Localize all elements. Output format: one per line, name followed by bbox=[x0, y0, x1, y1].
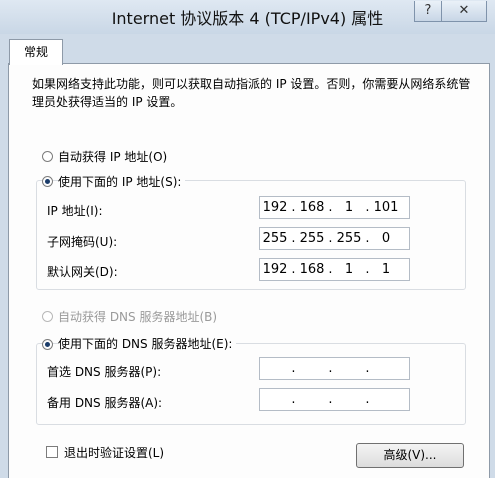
ip-octet: 101 bbox=[373, 200, 399, 215]
manual-dns-radio[interactable] bbox=[42, 339, 53, 350]
auto-ip-radio[interactable] bbox=[42, 151, 53, 162]
auto-dns-label[interactable]: 自动获得 DNS 服务器地址(B) bbox=[58, 308, 217, 325]
ip-octet: 192 bbox=[262, 200, 288, 215]
manual-ip-radio[interactable] bbox=[42, 176, 53, 187]
ip-octet: 1 bbox=[344, 200, 354, 215]
tab-general[interactable]: 常规 bbox=[9, 39, 63, 65]
help-button[interactable]: ? bbox=[414, 1, 442, 22]
mask-octet: 255 bbox=[299, 231, 325, 246]
alternate-dns-label: 备用 DNS 服务器(A): bbox=[47, 396, 163, 410]
dns-group-box bbox=[36, 343, 466, 425]
ip-octet: 168 bbox=[299, 200, 325, 215]
close-icon: ✕ bbox=[458, 3, 470, 18]
ip-address-label: IP 地址(I): bbox=[47, 204, 103, 218]
subnet-mask-input[interactable]: 255. 255. 255. 0 bbox=[259, 227, 410, 250]
default-gateway-input[interactable]: 192. 168. 1. 1 bbox=[259, 258, 410, 281]
preferred-dns-label: 首选 DNS 服务器(P): bbox=[47, 365, 162, 379]
advanced-button[interactable]: 高级(V)... bbox=[356, 443, 464, 468]
default-gateway-label: 默认网关(D): bbox=[47, 265, 118, 279]
gateway-octet: 1 bbox=[381, 262, 391, 277]
gateway-octet: 168 bbox=[299, 262, 325, 277]
validate-settings-checkbox[interactable] bbox=[46, 446, 58, 458]
auto-ip-label[interactable]: 自动获得 IP 地址(O) bbox=[58, 148, 167, 165]
mask-octet: 0 bbox=[381, 231, 391, 246]
manual-ip-label[interactable]: 使用下面的 IP 地址(S): bbox=[58, 173, 186, 190]
manual-dns-label[interactable]: 使用下面的 DNS 服务器地址(E): bbox=[58, 335, 237, 352]
ip-address-input[interactable]: 192. 168. 1. 101 bbox=[259, 196, 410, 219]
close-button[interactable]: ✕ bbox=[441, 1, 487, 22]
gateway-octet: 1 bbox=[344, 262, 354, 277]
alternate-dns-input[interactable]: . . . bbox=[259, 388, 410, 411]
subnet-mask-label: 子网掩码(U): bbox=[47, 235, 118, 249]
preferred-dns-input[interactable]: . . . bbox=[259, 357, 410, 380]
mask-octet: 255 bbox=[262, 231, 288, 246]
auto-dns-radio[interactable] bbox=[42, 311, 53, 322]
gateway-octet: 192 bbox=[262, 262, 288, 277]
help-icon: ? bbox=[424, 3, 432, 18]
mask-octet: 255 bbox=[336, 231, 362, 246]
validate-settings-label[interactable]: 退出时验证设置(L) bbox=[64, 444, 164, 461]
description-text: 如果网络支持此功能，则可以获取自动指派的 IP 设置。否则，你需要从网络系统管理… bbox=[32, 77, 471, 109]
